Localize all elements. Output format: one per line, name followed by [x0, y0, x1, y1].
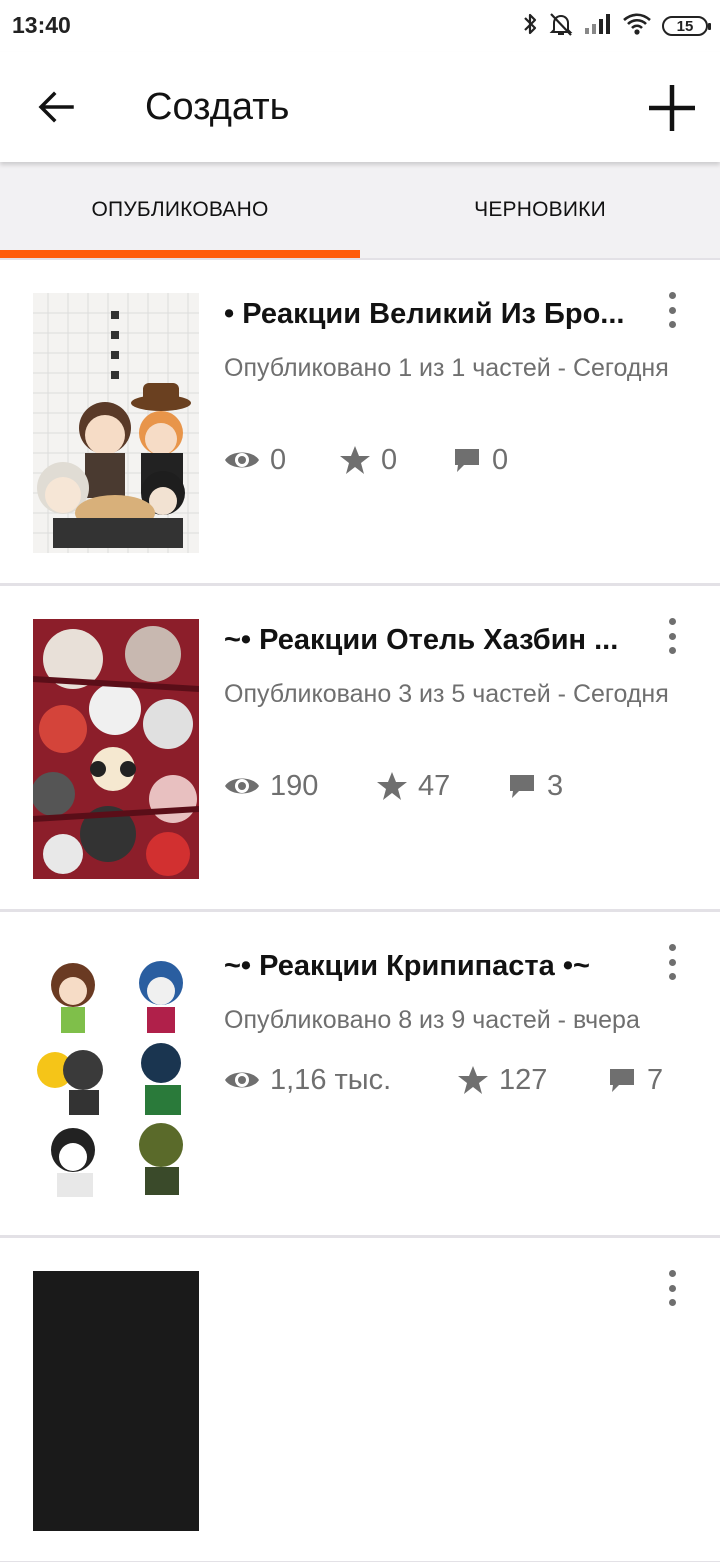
signal-icon: [584, 13, 612, 40]
plus-icon: [649, 85, 695, 131]
story-cover: [33, 619, 199, 879]
app-bar: Создать: [0, 52, 720, 162]
star-icon: [340, 446, 370, 474]
story-cover: [33, 1271, 199, 1531]
bell-off-icon: [548, 11, 574, 42]
star-icon: [377, 772, 407, 800]
wifi-icon: [622, 12, 652, 41]
more-dot: [668, 292, 676, 299]
story-stats: 1,16 тыс. 127 7: [224, 1062, 714, 1098]
story-stats: 0 0 0: [224, 442, 714, 478]
comments-count: 3: [547, 769, 564, 802]
eye-icon: [225, 778, 259, 794]
star-icon: [458, 1066, 488, 1094]
votes-stat: 47: [376, 768, 450, 804]
story-meta: Опубликовано 8 из 9 частей - вчера: [224, 1006, 640, 1034]
comments-count: 7: [647, 1063, 664, 1096]
comment-icon: [455, 449, 479, 472]
back-button[interactable]: [28, 82, 84, 132]
story-cover: [33, 945, 199, 1205]
more-options-button[interactable]: [656, 616, 688, 656]
page-title: Создать: [145, 86, 290, 128]
add-story-button[interactable]: [640, 76, 704, 140]
votes-stat: 127: [457, 1062, 547, 1098]
more-options-button[interactable]: [656, 942, 688, 982]
story-title[interactable]: • Реакции Великий Из Бро...: [224, 298, 644, 331]
views-count: 1,16 тыс.: [270, 1063, 392, 1096]
story-card[interactable]: ~• Реакции Крипипаста •~ Опубликовано 8 …: [0, 910, 720, 1236]
views-stat: 190: [224, 768, 318, 804]
more-dot: [668, 1299, 676, 1306]
comments-stat: 7: [607, 1062, 663, 1098]
more-dot: [668, 632, 676, 640]
story-stats: 190 47 3: [224, 768, 714, 804]
story-cover: [33, 293, 199, 553]
views-stat: 0: [224, 442, 286, 478]
comments-stat: 0: [452, 442, 508, 478]
arrow-left-icon: [38, 91, 74, 123]
story-card[interactable]: [0, 1236, 720, 1562]
comments-stat: 3: [507, 768, 563, 804]
story-meta: Опубликовано 3 из 5 частей - Сегодня: [224, 680, 669, 708]
status-icons: 15: [522, 11, 711, 42]
votes-count: 47: [418, 769, 451, 802]
story-title[interactable]: ~• Реакции Отель Хазбин ...: [224, 624, 644, 657]
more-dot: [668, 306, 676, 314]
story-title[interactable]: ~• Реакции Крипипаста •~: [224, 950, 644, 983]
comments-count: 0: [492, 443, 509, 476]
bluetooth-icon: [522, 11, 538, 42]
battery-icon: 15: [662, 16, 711, 36]
story-card[interactable]: ~• Реакции Отель Хазбин ... Опубликовано…: [0, 584, 720, 910]
comment-icon: [510, 775, 534, 798]
views-count: 190: [270, 769, 319, 802]
status-bar: 13:40 15: [0, 0, 720, 52]
comment-icon: [610, 1069, 634, 1092]
more-options-button[interactable]: [656, 1268, 688, 1308]
more-dot: [668, 1284, 676, 1292]
votes-count: 127: [499, 1063, 548, 1096]
views-stat: 1,16 тыс.: [224, 1062, 391, 1098]
tab-bar: ОПУБЛИКОВАНО ЧЕРНОВИКИ: [0, 162, 720, 258]
views-count: 0: [270, 443, 287, 476]
more-dot: [668, 958, 676, 966]
more-dot: [668, 944, 676, 951]
eye-icon: [225, 452, 259, 468]
more-dot: [668, 647, 676, 654]
tab-drafts[interactable]: ЧЕРНОВИКИ: [360, 162, 720, 258]
more-dot: [668, 973, 676, 980]
more-dot: [668, 321, 676, 328]
more-options-button[interactable]: [656, 290, 688, 330]
story-meta: Опубликовано 1 из 1 частей - Сегодня: [224, 354, 669, 382]
more-dot: [668, 618, 676, 625]
eye-icon: [225, 1072, 259, 1088]
tab-published[interactable]: ОПУБЛИКОВАНО: [0, 162, 360, 258]
active-tab-indicator: [0, 250, 360, 258]
story-card[interactable]: • Реакции Великий Из Бро... Опубликовано…: [0, 258, 720, 584]
more-dot: [668, 1270, 676, 1277]
votes-count: 0: [381, 443, 398, 476]
votes-stat: 0: [339, 442, 397, 478]
status-time: 13:40: [12, 12, 71, 38]
